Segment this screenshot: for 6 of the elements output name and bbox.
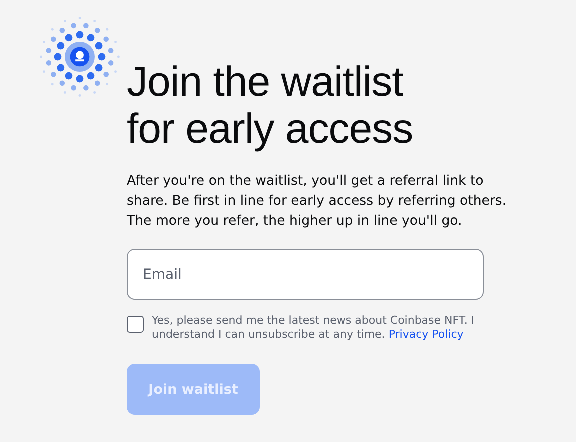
privacy-policy-link[interactable]: Privacy Policy xyxy=(388,328,464,341)
email-field[interactable]: Email xyxy=(127,249,484,300)
description-text: After you're on the waitlist, you'll get a referral link to share. Be first in line for early access by referring others. The more you refer, the higher up in line you'll go. xyxy=(127,173,508,231)
page-title: Join the waitlist for early access xyxy=(127,58,414,152)
consent-checkbox[interactable] xyxy=(127,316,144,333)
consent-text: Yes, please send me the latest news about Coinbase NFT. I understand I can unsubscribe at any time. Privacy Policy xyxy=(152,314,476,342)
